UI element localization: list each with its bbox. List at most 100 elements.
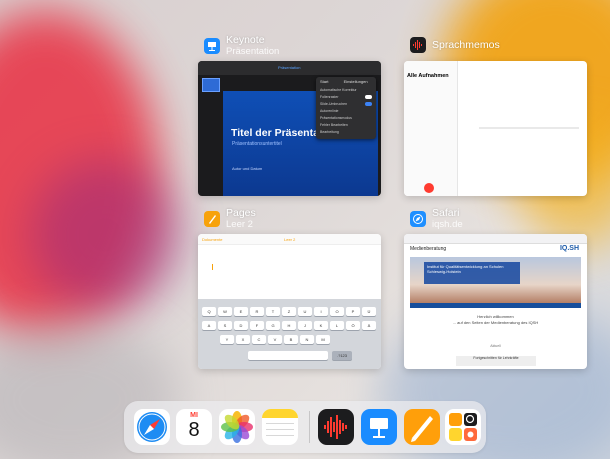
safari-icon [137,412,167,442]
key[interactable]: K [314,321,328,330]
banner-text-box: Institut für Qualitätsentwicklung an Sch… [424,262,520,284]
keynote-title: Keynote [226,34,265,46]
site-name: Medienberatung [410,246,447,252]
key[interactable]: T [266,307,280,316]
numbers-key[interactable]: .?123 [332,351,352,360]
menu-item[interactable]: Automatische Korrektur [316,86,376,93]
voice-memos-card-header[interactable]: Sprachmemos [410,37,500,53]
site-nav[interactable] [410,303,581,308]
key[interactable]: Q [202,307,216,316]
menu-tabs: Start Einstellungen [316,77,376,86]
keynote-window[interactable]: Präsentation Titel der Präsentation Präs… [198,61,381,196]
site-button[interactable]: Fortgeschritten für Lehrkräfte [456,356,536,366]
voice-memos-window[interactable]: Alle Aufnahmen [404,61,587,196]
menu-tab-start[interactable]: Start [320,79,328,84]
app-library-icon [449,413,477,441]
safari-subtitle: iqsh.de [432,219,463,230]
pages-icon [204,211,220,227]
key[interactable]: Z [282,307,296,316]
key[interactable]: Ü [362,307,376,316]
dock-pages[interactable] [404,409,440,445]
key[interactable]: L [330,321,344,330]
voice-memos-title: Sprachmemos [432,38,500,51]
key[interactable]: O [330,307,344,316]
key[interactable]: B [284,335,298,344]
key[interactable]: C [252,335,266,344]
key[interactable]: P [346,307,360,316]
record-button[interactable] [424,183,434,193]
menu-item[interactable]: Slide-Umbruchen [316,100,376,107]
safari-window[interactable]: Medienberatung IQ.SH Institut für Qualit… [404,234,587,369]
pages-title: Pages [226,207,256,219]
settings-menu[interactable]: Start Einstellungen Automatische Korrekt… [316,77,376,139]
key[interactable]: Ö [346,321,360,330]
menu-tab-settings[interactable]: Einstellungen [344,79,368,84]
key[interactable]: I [314,307,328,316]
photos-icon [221,411,253,443]
key[interactable]: E [234,307,248,316]
aktuell-heading: Aktuell [490,344,501,348]
safari-card-header[interactable]: Safari iqsh.de [410,208,463,230]
recordings-heading: Alle Aufnahmen [407,73,449,79]
space-key[interactable] [248,351,328,360]
menu-item[interactable]: Präsentationsmodus [316,114,376,121]
key[interactable]: S [218,321,232,330]
dock-separator [309,411,310,443]
key[interactable]: M [316,335,330,344]
key[interactable]: W [218,307,232,316]
slide-subtitle: Präsentationsuntertitel [232,141,282,147]
calendar-date: 8 [188,419,200,441]
keynote-icon [370,418,388,438]
empty-state-text [479,127,579,129]
menu-item[interactable]: Autorenlinie [316,107,376,114]
site-logo[interactable]: IQ.SH [560,245,579,252]
key[interactable]: G [266,321,280,330]
key[interactable]: N [300,335,314,344]
key[interactable]: D [234,321,248,330]
pages-subtitle: Leer 2 [226,219,253,230]
keynote-card-header[interactable]: Keynote Präsentation [204,35,279,57]
pages-doc-title: Leer 2 [284,237,296,242]
dock-safari[interactable] [134,409,170,445]
dock-photos[interactable] [219,409,255,445]
slide-thumbnail[interactable] [202,78,220,92]
slide-author: Autor und Datum [232,166,263,171]
keynote-toolbar-label: Präsentation [278,65,301,70]
keynote-subtitle: Präsentation [226,46,280,57]
keyboard[interactable]: Q W E R T Z U I O P Ü A S D F G H J K L Ö Ä Y X C V B N M .?123 [198,299,381,369]
dock-app-library[interactable] [445,409,481,445]
toggle[interactable] [365,94,372,99]
menu-item[interactable]: Fehler Bearbeiten [316,121,376,128]
safari-title: Safari [432,207,460,219]
dock-keynote[interactable] [361,409,397,445]
dock-calendar[interactable]: MI 8 [176,409,212,445]
key[interactable]: Ä [362,321,376,330]
calendar-day: MI [190,412,198,419]
pages-card-header[interactable]: Pages Leer 2 [204,208,256,230]
key[interactable]: V [268,335,282,344]
key[interactable]: H [282,321,296,330]
key[interactable]: X [236,335,250,344]
pages-toolbar: Dokumente Leer 2 [198,234,381,245]
key[interactable]: J [298,321,312,330]
pages-documents-link[interactable]: Dokumente [202,237,222,242]
voice-memos-icon [324,415,347,439]
menu-item[interactable]: Folienraster [316,93,376,100]
safari-toolbar [404,234,587,244]
safari-icon [410,211,426,227]
toggle[interactable] [365,101,372,106]
menu-item[interactable]: Bearbeitung [316,128,376,135]
pages-icon [411,416,433,442]
notes-icon [262,409,298,436]
dock-notes[interactable] [262,409,298,445]
key[interactable]: U [298,307,312,316]
key[interactable]: F [250,321,264,330]
keynote-toolbar: Präsentation [198,61,381,75]
voice-memos-icon [410,37,426,53]
key[interactable]: R [250,307,264,316]
pages-window[interactable]: Dokumente Leer 2 QWERTZUIOPÜ ASDFGHJKLÖÄ Y… [198,234,381,369]
recordings-sidebar [404,61,458,196]
dock-voice-memos[interactable] [318,409,354,445]
key[interactable]: Y [220,335,234,344]
key[interactable]: A [202,321,216,330]
